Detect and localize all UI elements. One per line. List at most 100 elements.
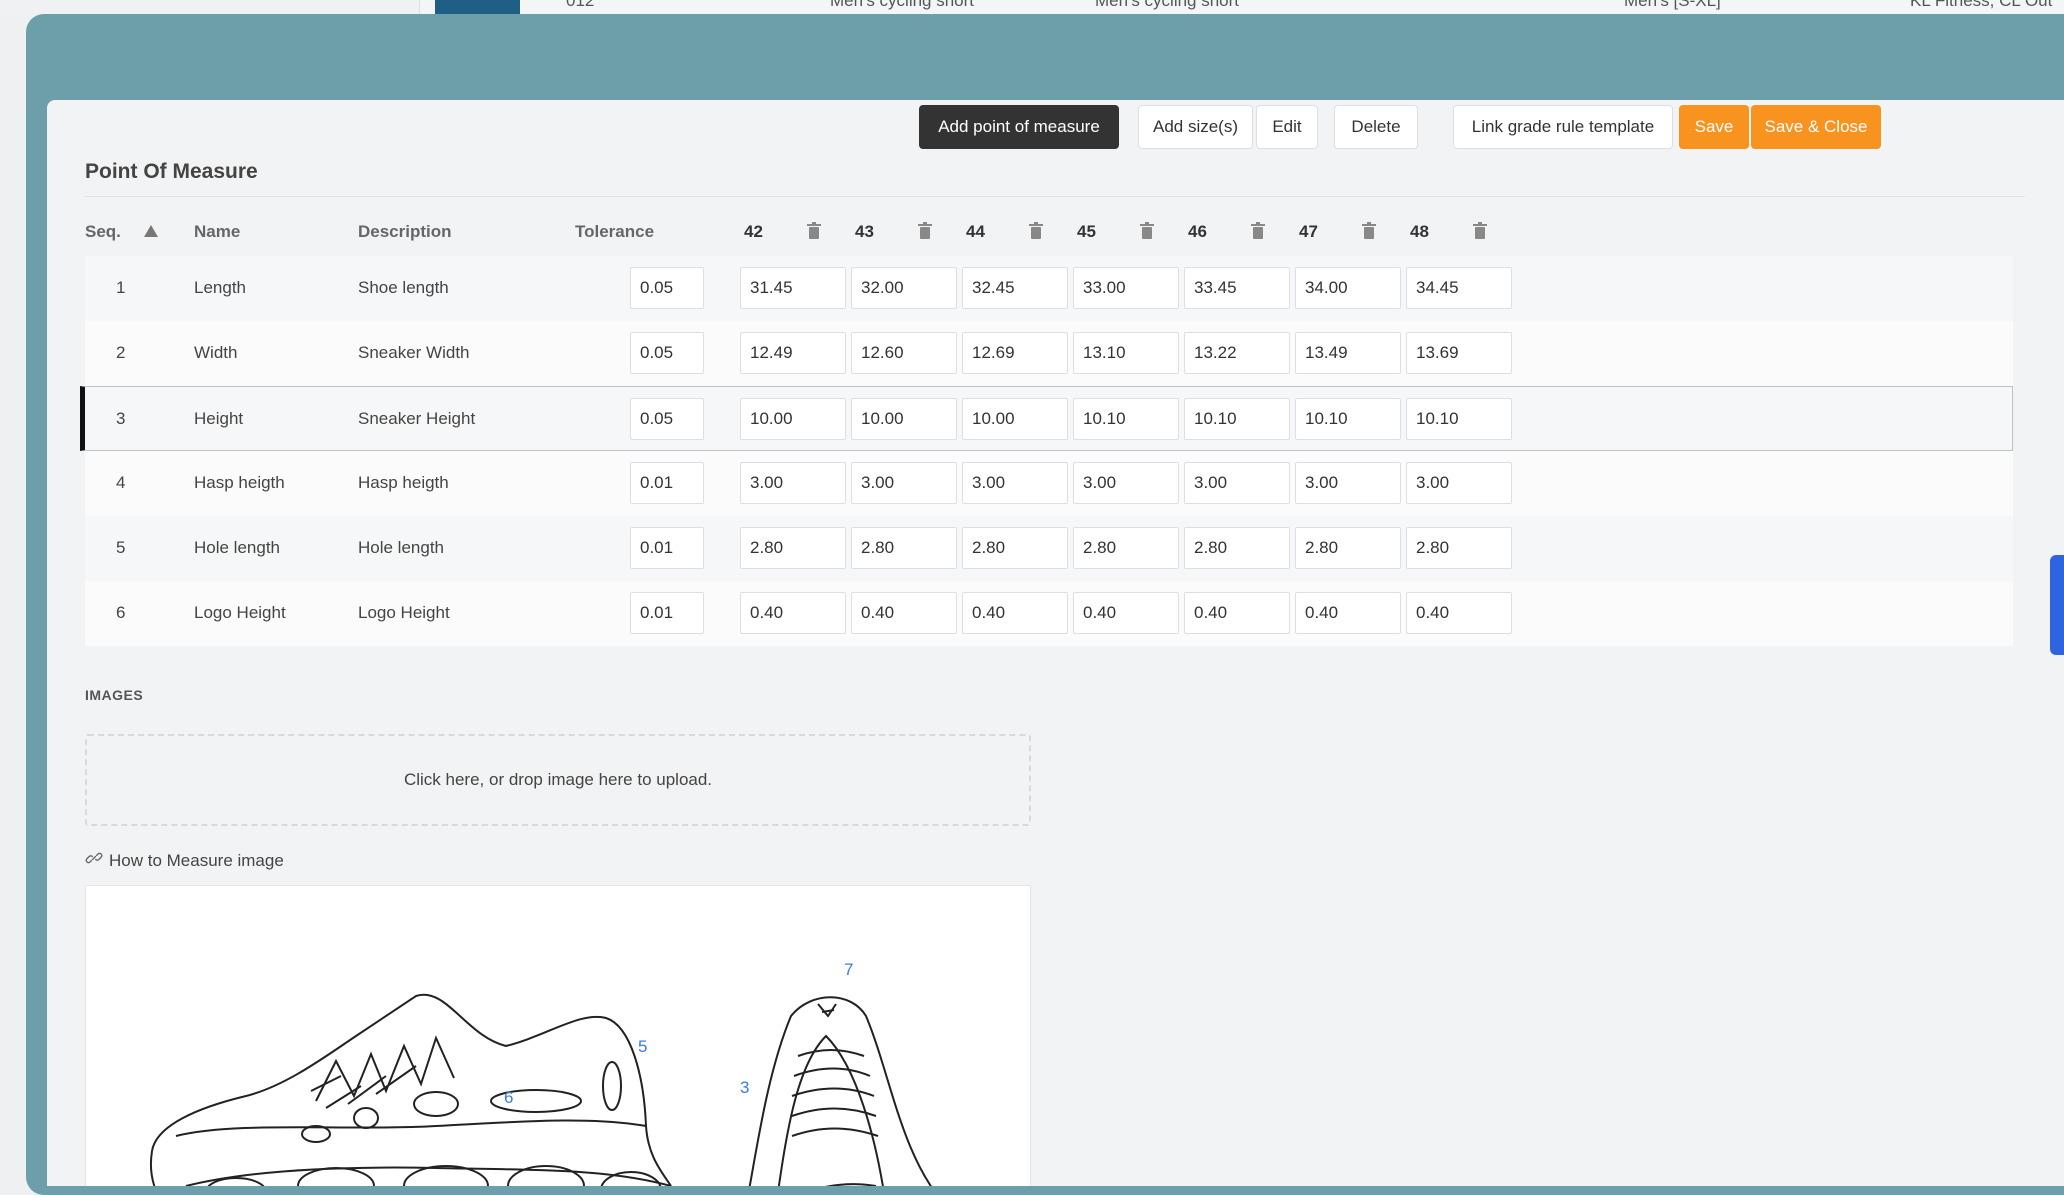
dropzone-text: Click here, or drop image here to upload…	[403, 770, 713, 789]
images-label: IMAGES	[85, 687, 144, 703]
row-description: Shoe length	[358, 278, 449, 297]
background-cell-name: Men's cycling short	[830, 0, 975, 10]
size-value-input-45[interactable]	[1073, 398, 1179, 440]
trash-icon[interactable]	[1140, 222, 1154, 240]
size-value-input-45[interactable]	[1073, 332, 1179, 374]
table-row[interactable]: 4 Hasp heigth Hasp heigth	[85, 451, 2013, 516]
size-value-input-44[interactable]	[962, 267, 1068, 309]
table-row[interactable]: 6 Logo Height Logo Height	[85, 581, 2013, 646]
column-size-45: 45	[1077, 222, 1096, 241]
row-description: Logo Height	[358, 603, 450, 622]
table-row[interactable]: 2 Width Sneaker Width	[85, 321, 2013, 386]
size-value-input-42[interactable]	[740, 462, 846, 504]
row-seq: 3	[116, 409, 126, 428]
link-grade-rule-template-button[interactable]: Link grade rule template	[1453, 105, 1673, 149]
how-to-measure-label: How to Measure image	[109, 850, 284, 870]
size-value-input-42[interactable]	[740, 398, 846, 440]
save-and-close-button[interactable]: Save & Close	[1751, 105, 1881, 149]
tolerance-input[interactable]	[630, 267, 704, 309]
tolerance-input[interactable]	[630, 332, 704, 374]
row-seq: 5	[116, 538, 126, 557]
table-row[interactable]: 1 Length Shoe length	[85, 256, 2013, 321]
trash-icon[interactable]	[1251, 222, 1265, 240]
size-value-input-48[interactable]	[1406, 267, 1512, 309]
table-header: Seq. Name Description Tolerance 42 43 44 45…	[85, 210, 2013, 256]
size-value-input-44[interactable]	[962, 527, 1068, 569]
column-size-43: 43	[855, 222, 874, 241]
size-value-input-42[interactable]	[740, 592, 846, 634]
size-value-input-48[interactable]	[1406, 592, 1512, 634]
table-row[interactable]: 3 Height Sneaker Height	[80, 386, 2013, 451]
row-name: Hasp heigth	[194, 473, 285, 492]
column-tolerance: Tolerance	[575, 222, 655, 241]
size-value-input-43[interactable]	[851, 332, 957, 374]
column-description: Description	[358, 222, 452, 241]
size-value-input-47[interactable]	[1295, 398, 1401, 440]
size-value-input-48[interactable]	[1406, 332, 1512, 374]
tolerance-input[interactable]	[630, 527, 704, 569]
image-upload-dropzone[interactable]: Click here, or drop image here to upload…	[85, 734, 1031, 826]
size-value-input-47[interactable]	[1295, 592, 1401, 634]
trash-icon[interactable]	[918, 222, 932, 240]
point-of-measure-modal: Add point of measure Add size(s) Edit De…	[47, 100, 2064, 1186]
size-value-input-47[interactable]	[1295, 527, 1401, 569]
trash-icon[interactable]	[807, 222, 821, 240]
column-seq[interactable]: Seq.	[85, 222, 121, 242]
size-value-input-47[interactable]	[1295, 332, 1401, 374]
size-value-input-42[interactable]	[740, 332, 846, 374]
sort-up-icon[interactable]	[143, 224, 159, 238]
trash-icon[interactable]	[1029, 222, 1043, 240]
size-value-input-48[interactable]	[1406, 527, 1512, 569]
measure-marker-7: 7	[844, 960, 853, 979]
column-name: Name	[194, 222, 241, 241]
size-value-input-46[interactable]	[1184, 398, 1290, 440]
save-button[interactable]: Save	[1679, 105, 1749, 149]
add-point-of-measure-button[interactable]: Add point of measure	[919, 105, 1119, 149]
size-value-input-43[interactable]	[851, 527, 957, 569]
tolerance-input[interactable]	[630, 398, 704, 440]
size-value-input-46[interactable]	[1184, 267, 1290, 309]
size-value-input-48[interactable]	[1406, 462, 1512, 504]
size-value-input-47[interactable]	[1295, 462, 1401, 504]
size-value-input-46[interactable]	[1184, 462, 1290, 504]
table-row[interactable]: 5 Hole length Hole length	[85, 516, 2013, 581]
edit-button[interactable]: Edit	[1256, 105, 1318, 149]
row-description: Sneaker Height	[358, 409, 476, 428]
link-icon	[85, 849, 103, 872]
tolerance-input[interactable]	[630, 592, 704, 634]
measure-marker-6: 6	[504, 1088, 513, 1107]
size-value-input-44[interactable]	[962, 462, 1068, 504]
size-value-input-42[interactable]	[740, 527, 846, 569]
size-value-input-47[interactable]	[1295, 267, 1401, 309]
background-cell-code: 012	[566, 0, 595, 10]
row-name: Height	[194, 409, 244, 428]
size-value-input-46[interactable]	[1184, 527, 1290, 569]
how-to-measure-image: 5 6 3 7	[85, 885, 1031, 1186]
row-name: Length	[194, 278, 246, 297]
column-size-44: 44	[966, 222, 985, 241]
size-value-input-45[interactable]	[1073, 527, 1179, 569]
size-value-input-43[interactable]	[851, 462, 957, 504]
size-value-input-45[interactable]	[1073, 462, 1179, 504]
size-value-input-48[interactable]	[1406, 398, 1512, 440]
delete-button[interactable]: Delete	[1334, 105, 1418, 149]
size-value-input-45[interactable]	[1073, 267, 1179, 309]
section-title: Point Of Measure	[85, 160, 258, 183]
side-panel-tab[interactable]	[2050, 555, 2064, 655]
size-value-input-43[interactable]	[851, 592, 957, 634]
size-value-input-46[interactable]	[1184, 592, 1290, 634]
size-value-input-43[interactable]	[851, 267, 957, 309]
size-value-input-42[interactable]	[740, 267, 846, 309]
size-value-input-45[interactable]	[1073, 592, 1179, 634]
tolerance-input[interactable]	[630, 462, 704, 504]
size-value-input-44[interactable]	[962, 332, 1068, 374]
add-sizes-button[interactable]: Add size(s)	[1138, 105, 1253, 149]
trash-icon[interactable]	[1473, 222, 1487, 240]
trash-icon[interactable]	[1362, 222, 1376, 240]
size-value-input-46[interactable]	[1184, 332, 1290, 374]
size-value-input-44[interactable]	[962, 398, 1068, 440]
how-to-measure-link[interactable]: How to Measure image	[85, 849, 284, 872]
pom-table: Seq. Name Description Tolerance 42 43 44 45…	[80, 210, 2013, 646]
size-value-input-44[interactable]	[962, 592, 1068, 634]
size-value-input-43[interactable]	[851, 398, 957, 440]
